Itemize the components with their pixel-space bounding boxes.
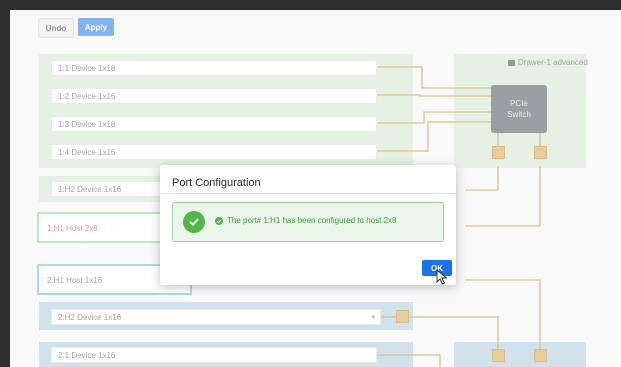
success-check-icon [183,211,205,233]
success-message-text: The port# 1:H1 has been configured to ho… [227,216,397,225]
dialog-title: Port Configuration [172,177,261,189]
port-configuration-dialog: Port Configuration The port# 1:H1 has be… [160,165,456,285]
top-frame-bar [10,0,621,10]
small-check-icon [215,216,223,225]
dialog-divider [160,193,456,194]
success-alert: The port# 1:H1 has been configured to ho… [172,202,444,242]
app-frame: Undo Apply Drawer-1 advanced 1:1 Device … [0,0,621,367]
left-frame-bar [0,0,10,367]
mouse-cursor-icon [436,269,448,285]
success-message: The port# 1:H1 has been configured to ho… [215,216,396,225]
